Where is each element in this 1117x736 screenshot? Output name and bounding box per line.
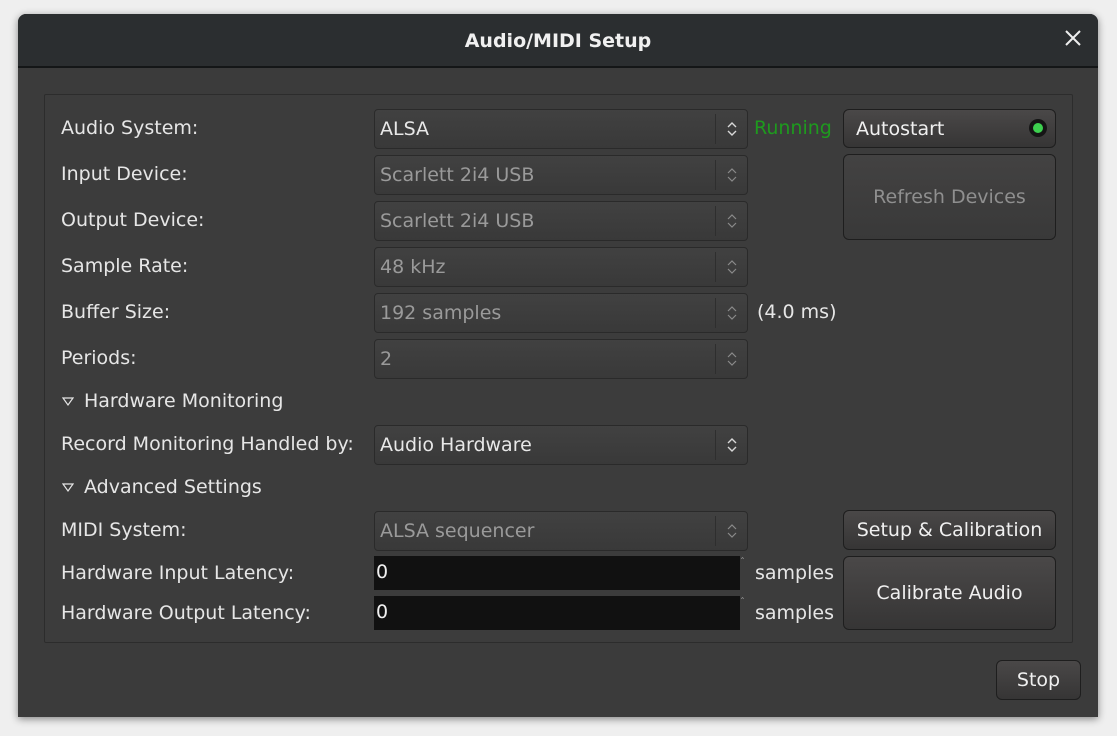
- sample-rate-value: 48 kHz: [380, 256, 446, 278]
- buffer-size-value: 192 samples: [380, 302, 502, 324]
- input-latency-field[interactable]: 0: [374, 556, 740, 590]
- updown-chevron-icon: [715, 206, 747, 236]
- autostart-toggle[interactable]: Autostart: [843, 109, 1056, 148]
- close-icon: [1065, 30, 1081, 46]
- autostart-label: Autostart: [856, 117, 945, 140]
- record-monitoring-value: Audio Hardware: [380, 434, 532, 456]
- output-latency-field[interactable]: 0: [374, 596, 740, 630]
- advanced-settings-header: Advanced Settings: [84, 476, 262, 498]
- midi-system-label: MIDI System:: [61, 519, 187, 541]
- hardware-monitoring-header: Hardware Monitoring: [84, 390, 284, 412]
- input-device-value: Scarlett 2i4 USB: [380, 164, 535, 186]
- close-button[interactable]: [1062, 29, 1084, 51]
- output-latency-spinner[interactable]: ˆ: [740, 598, 748, 632]
- input-latency-spinner[interactable]: ˆ: [740, 558, 748, 592]
- output-latency-label: Hardware Output Latency:: [61, 602, 311, 624]
- setup-calibration-label: Setup & Calibration: [856, 519, 1043, 541]
- output-device-value: Scarlett 2i4 USB: [380, 210, 535, 232]
- midi-system-value: ALSA sequencer: [380, 520, 535, 542]
- hardware-monitoring-expander[interactable]: Hardware Monitoring: [61, 390, 284, 412]
- input-device-label: Input Device:: [61, 163, 188, 185]
- updown-chevron-icon: [715, 252, 747, 282]
- led-indicator-icon: [1029, 119, 1047, 137]
- advanced-settings-expander[interactable]: Advanced Settings: [61, 476, 262, 498]
- input-latency-unit: samples: [755, 562, 834, 584]
- input-device-select[interactable]: Scarlett 2i4 USB: [374, 155, 748, 195]
- audio-midi-setup-dialog: Audio/MIDI Setup Audio System: Input Dev…: [18, 14, 1098, 717]
- calibrate-audio-button[interactable]: Calibrate Audio: [843, 556, 1056, 630]
- updown-chevron-icon: [715, 516, 747, 546]
- periods-label: Periods:: [61, 347, 137, 369]
- input-latency-label: Hardware Input Latency:: [61, 562, 295, 584]
- updown-chevron-icon: [715, 114, 747, 144]
- output-latency-unit: samples: [755, 602, 834, 624]
- refresh-devices-button[interactable]: Refresh Devices: [843, 154, 1056, 240]
- window-title: Audio/MIDI Setup: [464, 30, 652, 52]
- triangle-down-icon: [61, 390, 76, 412]
- calibrate-audio-label: Calibrate Audio: [876, 582, 1023, 604]
- sample-rate-select[interactable]: 48 kHz: [374, 247, 748, 287]
- record-monitoring-label: Record Monitoring Handled by:: [61, 433, 354, 455]
- updown-chevron-icon: [715, 298, 747, 328]
- audio-system-label: Audio System:: [61, 117, 199, 139]
- refresh-devices-label: Refresh Devices: [873, 186, 1026, 208]
- audio-system-value: ALSA: [380, 118, 429, 140]
- buffer-latency-readout: (4.0 ms): [757, 301, 837, 323]
- audio-system-select[interactable]: ALSA: [374, 109, 748, 149]
- title-bar: Audio/MIDI Setup: [18, 14, 1098, 68]
- periods-value: 2: [380, 348, 393, 370]
- updown-chevron-icon: [715, 160, 747, 190]
- output-device-label: Output Device:: [61, 209, 205, 231]
- updown-chevron-icon: [715, 344, 747, 374]
- setup-calibration-button[interactable]: Setup & Calibration: [843, 510, 1056, 550]
- periods-select[interactable]: 2: [374, 339, 748, 379]
- stop-button[interactable]: Stop: [996, 660, 1081, 700]
- triangle-down-icon: [61, 476, 76, 498]
- sample-rate-label: Sample Rate:: [61, 255, 189, 277]
- buffer-size-label: Buffer Size:: [61, 301, 171, 323]
- output-device-select[interactable]: Scarlett 2i4 USB: [374, 201, 748, 241]
- stop-label: Stop: [1016, 669, 1061, 691]
- midi-system-select[interactable]: ALSA sequencer: [374, 511, 748, 551]
- updown-chevron-icon: [715, 430, 747, 460]
- engine-status: Running: [754, 117, 832, 139]
- record-monitoring-select[interactable]: Audio Hardware: [374, 425, 748, 465]
- buffer-size-select[interactable]: 192 samples: [374, 293, 748, 333]
